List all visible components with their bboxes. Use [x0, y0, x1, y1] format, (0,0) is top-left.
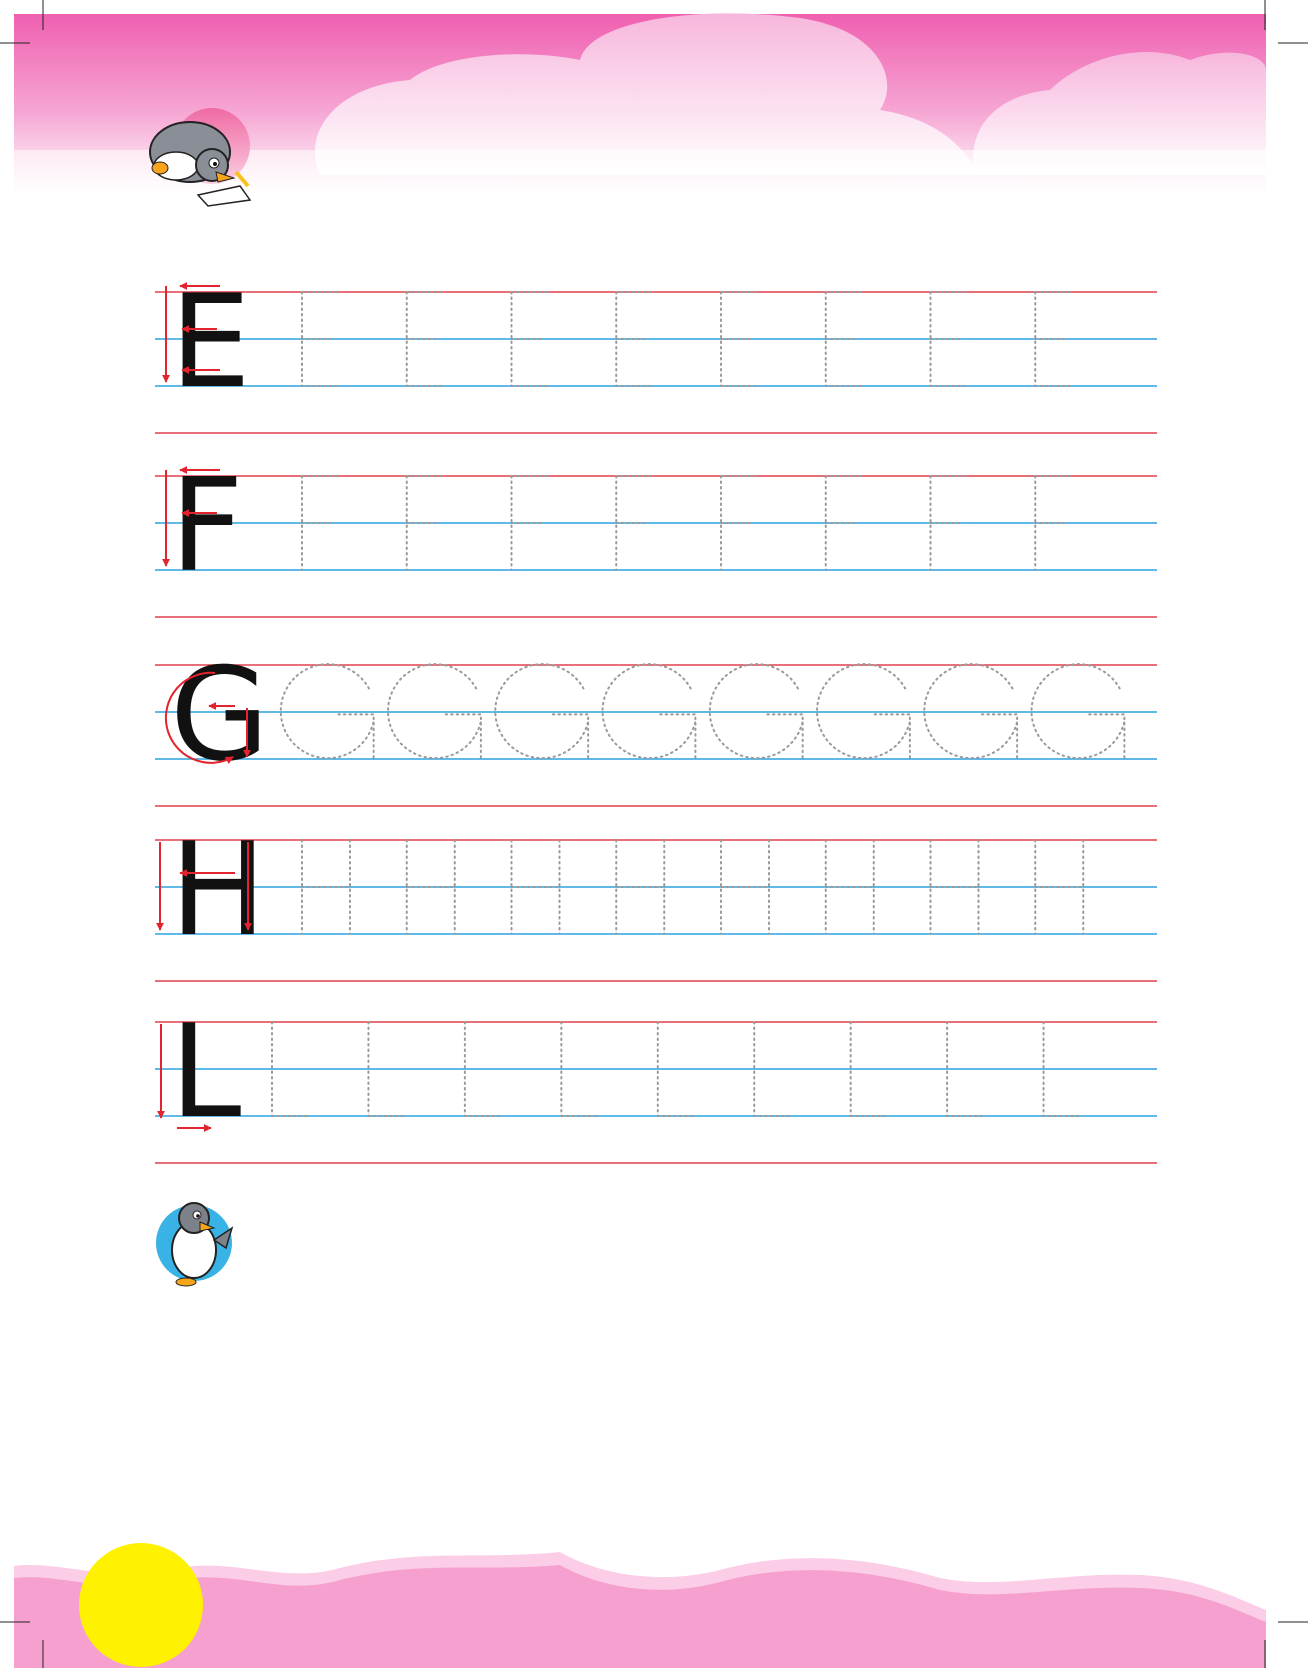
model-letter: L: [170, 998, 241, 1147]
trace-stroke: [1030, 663, 1126, 760]
worksheet-page: EFGHL: [0, 0, 1308, 1668]
trace-stroke: [873, 713, 911, 760]
trace-stroke: [337, 713, 375, 760]
trace-letter-H: [1034, 839, 1085, 935]
trace-letter-H: [824, 839, 875, 935]
trace-stroke: [816, 663, 911, 760]
model-letter: G: [170, 641, 269, 790]
trace-letter-H: [720, 839, 770, 935]
trace-stroke: [708, 663, 804, 760]
trace-stroke: [980, 713, 1019, 760]
trace-letter-H: [929, 839, 980, 935]
trace-stroke: [444, 713, 482, 760]
trace-letter-H: [615, 839, 666, 935]
trace-letter-H: [301, 839, 351, 935]
trace-stroke: [923, 663, 1019, 760]
sun-icon: [79, 1543, 203, 1667]
trace-stroke: [279, 663, 375, 760]
row-F: F: [155, 452, 1157, 618]
model-letter: E: [170, 268, 251, 417]
trace-stroke: [766, 713, 804, 760]
trace-stroke: [1088, 713, 1126, 760]
trace-stroke: [601, 663, 697, 760]
row-G: G: [155, 641, 1157, 807]
trace-stroke: [387, 663, 482, 760]
trace-letter-H: [405, 839, 456, 935]
trace-stroke: [659, 713, 697, 760]
trace-stroke: [494, 663, 590, 760]
model-letter: H: [170, 816, 266, 965]
penguin-waving-icon: [156, 1202, 234, 1287]
trace-stroke: [551, 713, 590, 760]
row-E: E: [155, 268, 1157, 434]
practice-rows: EFGHL: [155, 268, 1157, 1164]
row-H: H: [155, 816, 1157, 982]
row-L: L: [155, 998, 1157, 1164]
trace-letter-H: [510, 839, 561, 935]
model-letter: F: [170, 452, 244, 601]
